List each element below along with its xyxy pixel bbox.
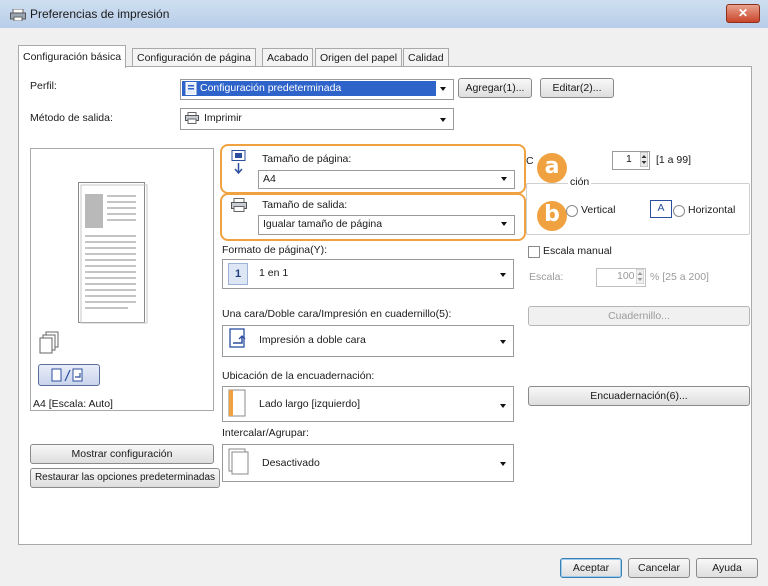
tab-acabado[interactable]: Acabado bbox=[262, 48, 314, 67]
page-size-dropdown[interactable] bbox=[258, 170, 515, 189]
window-title: Preferencias de impresión bbox=[30, 7, 170, 21]
cancel-button[interactable]: Cancelar bbox=[628, 558, 690, 578]
binding-location-label: Ubicación de la encuadernación: bbox=[222, 370, 375, 382]
show-settings-button[interactable]: Mostrar configuración bbox=[30, 444, 214, 464]
tab-configuracion-pagina[interactable]: Configuración de página bbox=[132, 48, 256, 67]
page-layout-chevron-down-icon bbox=[500, 273, 506, 277]
page-layout-value: 1 en 1 bbox=[259, 267, 289, 279]
orientation-vertical-label: Vertical bbox=[581, 204, 616, 216]
add-profile-button[interactable]: Agregar(1)... bbox=[458, 78, 532, 98]
binding-location-chevron-down-icon bbox=[500, 404, 506, 408]
preview-caption: A4 [Escala: Auto] bbox=[33, 398, 113, 410]
page-size-value: A4 bbox=[263, 173, 276, 185]
binding-location-icon bbox=[228, 389, 246, 417]
profile-value: Configuración predeterminada bbox=[200, 82, 342, 94]
preview-page-thumbnail bbox=[78, 182, 148, 324]
page-size-chevron-down-icon bbox=[501, 177, 507, 181]
orientation-landscape-icon: A bbox=[650, 200, 672, 218]
orientation-vertical-radio[interactable] bbox=[566, 205, 578, 217]
collate-value: Desactivado bbox=[262, 457, 320, 469]
help-button[interactable]: Ayuda bbox=[696, 558, 758, 578]
output-method-label: Método de salida: bbox=[30, 112, 113, 124]
page-size-label: Tamaño de página: bbox=[262, 153, 352, 165]
orientation-horizontal-label: Horizontal bbox=[688, 204, 736, 216]
scale-spin-arrows-icon[interactable] bbox=[635, 268, 645, 285]
callout-a: a bbox=[537, 153, 567, 183]
copies-stack-icon bbox=[38, 331, 60, 355]
print-icon bbox=[185, 112, 199, 124]
duplex-chevron-down-icon bbox=[500, 340, 506, 344]
page-layout-icon: 1 bbox=[228, 263, 248, 285]
profile-icon bbox=[185, 82, 197, 95]
duplex-value: Impresión a doble cara bbox=[259, 334, 366, 346]
page-size-icon bbox=[231, 150, 247, 175]
copies-value: 1 bbox=[626, 153, 632, 165]
binding-location-value: Lado largo [izquierdo] bbox=[259, 398, 360, 410]
output-size-chevron-down-icon bbox=[501, 222, 507, 226]
orientation-horizontal-radio[interactable] bbox=[673, 205, 685, 217]
duplex-icon bbox=[228, 328, 248, 352]
tab-origen-papel[interactable]: Origen del papel bbox=[315, 48, 403, 67]
edit-profile-button[interactable]: Editar(2)... bbox=[540, 78, 614, 98]
printer-icon bbox=[10, 8, 26, 22]
collate-chevron-down-icon bbox=[500, 462, 506, 466]
output-method-chevron-down-icon bbox=[440, 118, 446, 122]
orientation-group-label: ción bbox=[568, 176, 592, 188]
profile-label: Perfil: bbox=[30, 80, 57, 92]
duplex-label: Una cara/Doble cara/Impresión en cuadern… bbox=[222, 308, 452, 320]
output-size-value: Igualar tamaño de página bbox=[263, 218, 383, 230]
copies-label: C bbox=[526, 155, 534, 167]
collate-icon bbox=[228, 448, 250, 476]
restore-defaults-button[interactable]: Restaurar las opciones predeterminadas bbox=[30, 468, 220, 488]
tab-calidad[interactable]: Calidad bbox=[403, 48, 449, 67]
copies-spin-arrows-icon[interactable] bbox=[639, 151, 649, 168]
duplex-preview-toggle-button[interactable] bbox=[38, 364, 100, 386]
scale-value: 100 bbox=[617, 270, 635, 282]
profile-chevron-down-icon bbox=[440, 87, 446, 91]
page-layout-label: Formato de página(Y): bbox=[222, 244, 328, 256]
collate-label: Intercalar/Agrupar: bbox=[222, 427, 309, 439]
binding-button[interactable]: Encuadernación(6)... bbox=[528, 386, 750, 406]
output-size-label: Tamaño de salida: bbox=[262, 199, 348, 211]
scale-range: % [25 a 200] bbox=[650, 271, 709, 283]
copies-range: [1 a 99] bbox=[656, 154, 692, 166]
close-button[interactable]: ✕ bbox=[726, 4, 760, 23]
manual-scaling-checkbox[interactable] bbox=[528, 246, 540, 258]
output-method-value: Imprimir bbox=[204, 112, 242, 124]
scale-label: Escala: bbox=[529, 271, 564, 283]
output-size-icon bbox=[231, 198, 247, 212]
ok-button[interactable]: Aceptar bbox=[560, 558, 622, 578]
booklet-button[interactable]: Cuadernillo... bbox=[528, 306, 750, 326]
tab-configuracion-basica[interactable]: Configuración básica bbox=[18, 45, 127, 68]
manual-scaling-label: Escala manual bbox=[543, 245, 612, 257]
